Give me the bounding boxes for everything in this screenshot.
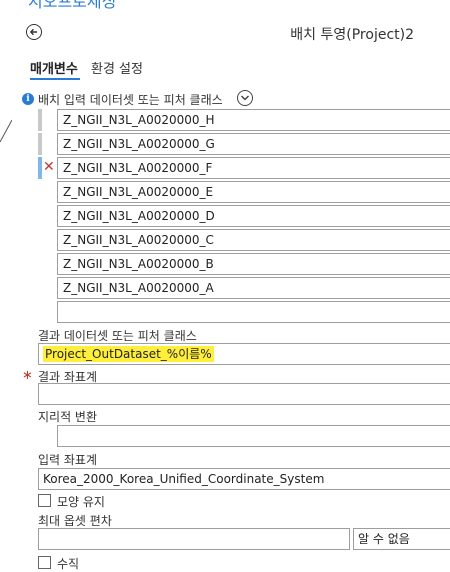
vertical-checkbox[interactable] <box>38 556 51 569</box>
output-dataset-field[interactable]: Project_OutDataset_%이름% <box>38 343 450 365</box>
input-dataset-row[interactable]: Z_NGII_N3L_A0020000_G <box>57 133 450 155</box>
input-datasets-label: 배치 입력 데이터셋 또는 피처 클래스 <box>38 93 223 107</box>
input-dataset-row[interactable]: Z_NGII_N3L_A0020000_B <box>57 253 450 275</box>
panel-title: 지오프로세싱 <box>28 0 117 11</box>
active-tab-indicator <box>30 78 80 80</box>
row-drag-handle[interactable] <box>38 109 42 131</box>
tool-title: 배치 투영(Project)2 <box>290 27 414 43</box>
vertical-label: 수직 <box>57 557 80 571</box>
input-dataset-row[interactable]: Z_NGII_N3L_A0020000_D <box>57 205 450 227</box>
input-dataset-row[interactable]: Z_NGII_N3L_A0020000_H <box>57 109 450 131</box>
map-edge-line <box>0 119 12 143</box>
tab-environments[interactable]: 환경 설정 <box>91 58 143 77</box>
input-cs-label: 입력 좌표계 <box>38 453 98 467</box>
max-offset-label: 최대 옵셋 편차 <box>38 514 112 528</box>
max-offset-field[interactable] <box>38 528 350 550</box>
empty-dataset-row[interactable] <box>57 301 450 323</box>
required-marker: ∗ <box>22 368 33 383</box>
output-dataset-label: 결과 데이터셋 또는 피처 클래스 <box>38 329 197 343</box>
info-icon[interactable]: i <box>22 93 34 105</box>
input-dataset-row[interactable]: Z_NGII_N3L_A0020000_C <box>57 229 450 251</box>
output-cs-field[interactable] <box>38 383 450 405</box>
input-dataset-row[interactable]: Z_NGII_N3L_A0020000_E <box>57 181 450 203</box>
tab-parameters[interactable]: 매개변수 <box>30 58 78 77</box>
geo-transform-label: 지리적 변환 <box>38 410 98 424</box>
input-dataset-row[interactable]: Z_NGII_N3L_A0020000_F <box>57 157 450 179</box>
row-drag-handle[interactable] <box>38 133 42 155</box>
chevron-down-icon <box>241 95 249 101</box>
back-arrow-icon <box>29 28 37 36</box>
input-cs-field[interactable]: Korea_2000_Korea_Unified_Coordinate_Syst… <box>38 468 450 490</box>
max-offset-unit-select[interactable]: 알 수 없음 <box>353 528 450 550</box>
output-dataset-value: Project_OutDataset_%이름% <box>43 346 214 362</box>
preserve-shape-checkbox[interactable] <box>38 494 51 507</box>
input-dataset-row[interactable]: Z_NGII_N3L_A0020000_A <box>57 277 450 299</box>
preserve-shape-label: 모양 유지 <box>57 495 105 509</box>
back-button[interactable] <box>26 24 42 40</box>
row-drag-handle[interactable] <box>38 157 42 179</box>
geo-transform-field[interactable] <box>57 425 450 447</box>
remove-row-icon[interactable]: ✕ <box>43 157 55 177</box>
expand-button[interactable] <box>237 90 253 106</box>
